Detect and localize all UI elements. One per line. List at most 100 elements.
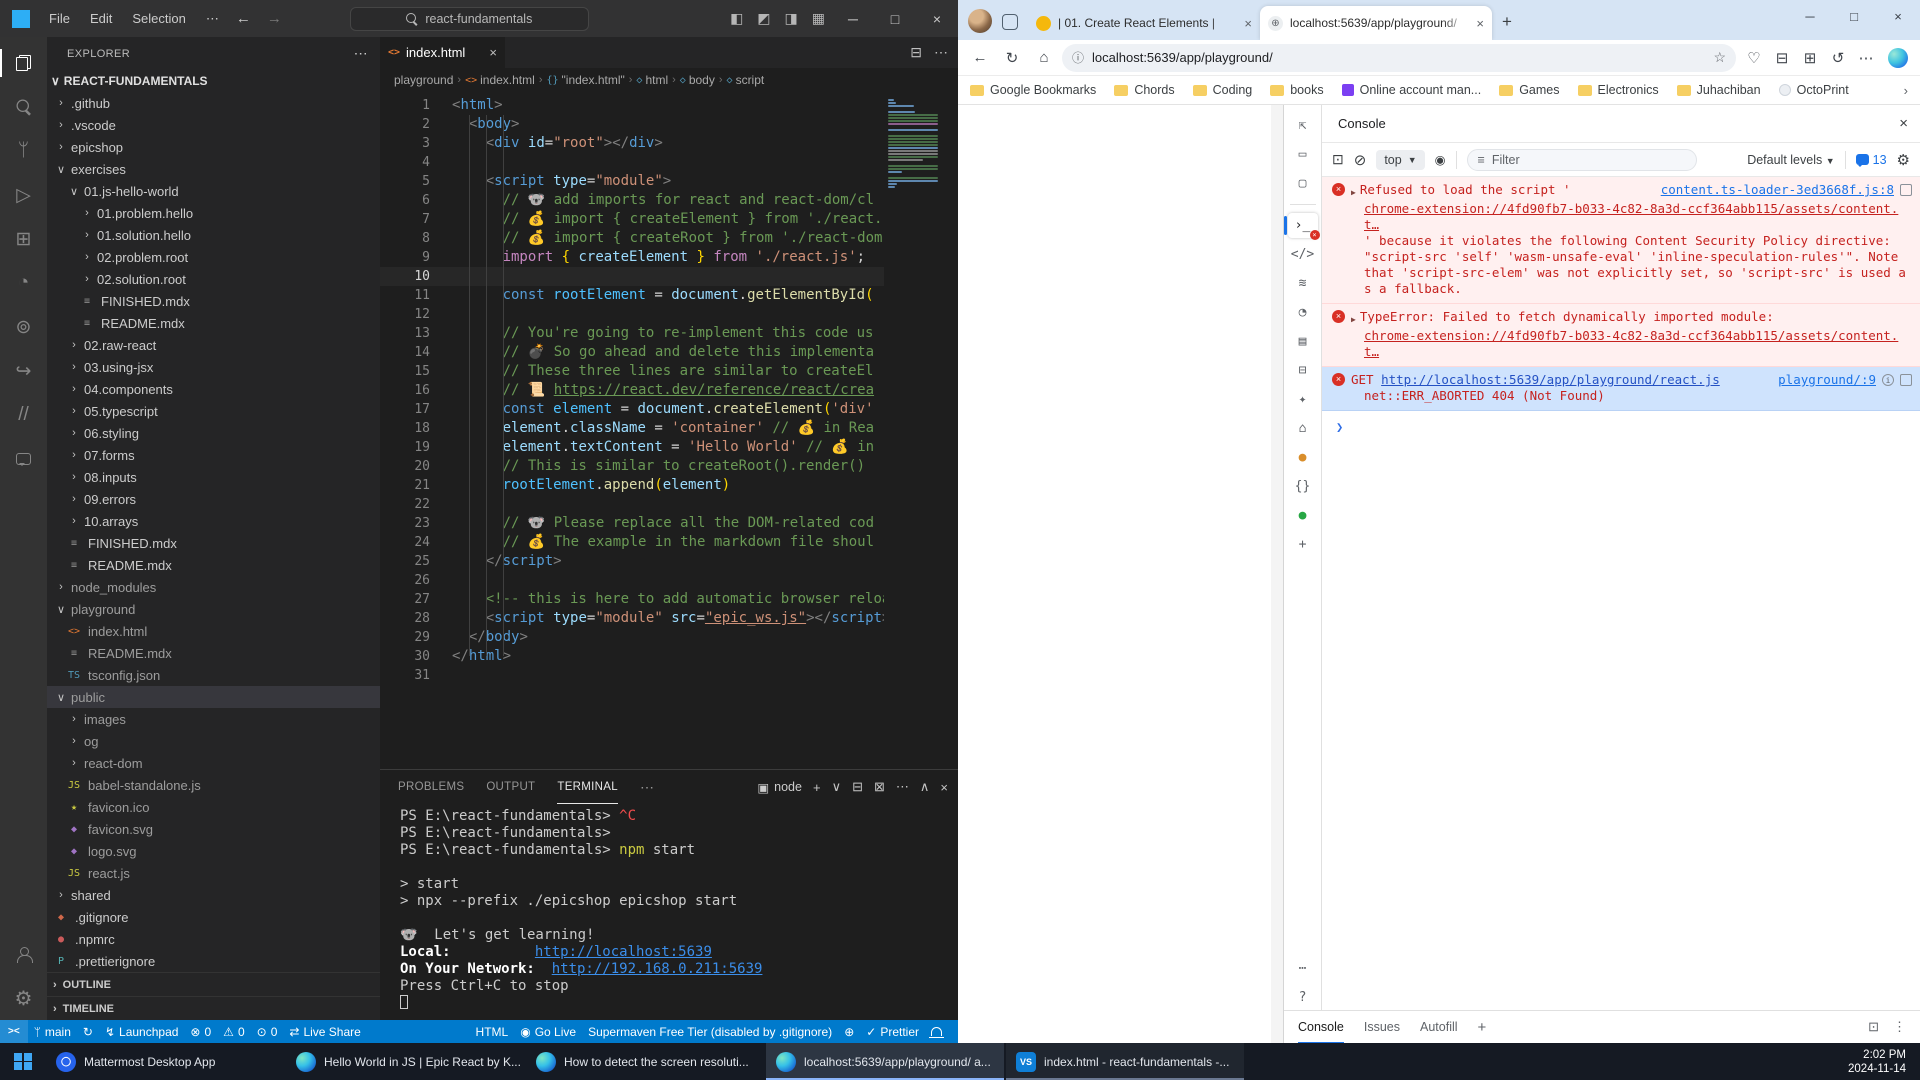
- code-line-4[interactable]: 4: [380, 153, 884, 172]
- code-line-22[interactable]: 22: [380, 495, 884, 514]
- code-line-29[interactable]: 29 </body>: [380, 628, 884, 647]
- copy-icon[interactable]: [1900, 374, 1912, 386]
- panel-tab-terminal[interactable]: TERMINAL: [557, 770, 618, 804]
- tree-item-02-solution-root[interactable]: ›02.solution.root: [47, 268, 380, 290]
- run-debug-icon[interactable]: ▷: [0, 173, 47, 217]
- copy-icon[interactable]: [1900, 184, 1912, 196]
- menu-item-edit[interactable]: Edit: [81, 7, 121, 31]
- tree-item-readme-mdx[interactable]: ≡README.mdx: [47, 312, 380, 334]
- code-line-26[interactable]: 26: [380, 571, 884, 590]
- new-terminal-icon[interactable]: +: [813, 780, 821, 795]
- panel-maximize-icon[interactable]: ∧: [920, 779, 930, 795]
- console-link[interactable]: chrome-extension://4fd90fb7-b033-4c82-8a…: [1364, 328, 1898, 359]
- site-info-icon[interactable]: ⓘ: [1072, 49, 1084, 66]
- tree-item-finished-mdx[interactable]: ≡FINISHED.mdx: [47, 532, 380, 554]
- tree-item-01-problem-hello[interactable]: ›01.problem.hello: [47, 202, 380, 224]
- code-line-20[interactable]: 20 // This is similar to createRoot().re…: [380, 457, 884, 476]
- search-icon[interactable]: [0, 85, 47, 129]
- browser-tab-2[interactable]: ⊕localhost:5639/app/playground/×: [1260, 6, 1492, 40]
- console-message-2[interactable]: ×▶TypeError: Failed to fetch dynamically…: [1322, 304, 1920, 367]
- nav-forward-icon[interactable]: →: [267, 10, 282, 27]
- line-number[interactable]: 1: [380, 96, 430, 115]
- copilot-icon[interactable]: [1888, 48, 1908, 68]
- tree-item-09-errors[interactable]: ›09.errors: [47, 488, 380, 510]
- live-expression-eye-icon[interactable]: ◉: [1435, 152, 1446, 167]
- toggle-sidebar-icon[interactable]: ◧: [723, 10, 750, 27]
- tree-item-babel-standalone-js[interactable]: JSbabel-standalone.js: [47, 774, 380, 796]
- tree-item--prettierignore[interactable]: P.prettierignore: [47, 950, 380, 972]
- line-number[interactable]: 8: [380, 229, 430, 248]
- start-button[interactable]: [0, 1043, 46, 1080]
- tree-item-favicon-ico[interactable]: ★favicon.ico: [47, 796, 380, 818]
- explorer-root-folder[interactable]: ∨ REACT-FUNDAMENTALS: [47, 71, 380, 92]
- quickview-tab-console[interactable]: Console: [1298, 1011, 1344, 1044]
- line-number[interactable]: 10: [380, 267, 430, 286]
- gitlens-icon[interactable]: ◔: [0, 261, 47, 305]
- code-line-24[interactable]: 24 // 💰 The example in the markdown file…: [380, 533, 884, 552]
- tab-close-icon[interactable]: ×: [489, 45, 497, 60]
- code-line-2[interactable]: 2 <body>: [380, 115, 884, 134]
- context-selector[interactable]: top ▼: [1376, 150, 1424, 170]
- menu-item-more[interactable]: ⋯: [197, 7, 228, 31]
- customize-layout-icon[interactable]: ▦: [805, 10, 832, 27]
- taskbar-button-1[interactable]: ◯Mattermost Desktop App: [46, 1043, 284, 1080]
- page-scrollbar[interactable]: [1271, 105, 1283, 1043]
- prettier-status[interactable]: ✓Prettier: [860, 1020, 925, 1043]
- code-line-30[interactable]: 30</html>: [380, 647, 884, 666]
- bookmark-octoprint[interactable]: OctoPrint: [1779, 83, 1849, 97]
- line-number[interactable]: 23: [380, 514, 430, 533]
- tree-item-node-modules[interactable]: ›node_modules: [47, 576, 380, 598]
- line-number[interactable]: 3: [380, 134, 430, 153]
- tree-item-readme-mdx[interactable]: ≡README.mdx: [47, 554, 380, 576]
- application-icon[interactable]: ⊟: [1288, 358, 1318, 383]
- tree-item-og[interactable]: ›og: [47, 730, 380, 752]
- line-number[interactable]: 22: [380, 495, 430, 514]
- quickview-layout-icon[interactable]: ⊡: [1868, 1019, 1879, 1035]
- console-link[interactable]: http://localhost:5639/app/playground/rea…: [1381, 372, 1720, 387]
- terminal[interactable]: PS E:\react-fundamentals> ^CPS E:\react-…: [380, 804, 958, 1020]
- section-timeline[interactable]: ›TIMELINE: [47, 996, 380, 1020]
- line-number[interactable]: 29: [380, 628, 430, 647]
- minimize-button[interactable]: ─: [832, 0, 874, 37]
- tree-item-playground[interactable]: ∨playground: [47, 598, 380, 620]
- tree-item-02-raw-react[interactable]: ›02.raw-react: [47, 334, 380, 356]
- explorer-icon[interactable]: [0, 41, 47, 85]
- line-number[interactable]: 17: [380, 400, 430, 419]
- line-number[interactable]: 25: [380, 552, 430, 571]
- line-number[interactable]: 6: [380, 191, 430, 210]
- tree-item--vscode[interactable]: ›.vscode: [47, 114, 380, 136]
- accounts-icon[interactable]: [0, 932, 47, 976]
- maximize-button[interactable]: □: [874, 0, 916, 37]
- bookmark-games[interactable]: Games: [1499, 83, 1559, 97]
- tree-item-shared[interactable]: ›shared: [47, 884, 380, 906]
- code-line-15[interactable]: 15 // These three lines are similar to c…: [380, 362, 884, 381]
- breadcrumb-item-html[interactable]: ◇html: [636, 73, 668, 87]
- source-control-icon[interactable]: ᛘ: [0, 129, 47, 173]
- close-button[interactable]: ×: [1876, 0, 1920, 32]
- bookmark-online-account-man-[interactable]: Online account man...: [1342, 83, 1482, 97]
- code-line-11[interactable]: 11 const rootElement = document.getEleme…: [380, 286, 884, 305]
- console-link[interactable]: chrome-extension://4fd90fb7-b033-4c82-8a…: [1364, 201, 1898, 232]
- panel-more-icon[interactable]: ⋯: [896, 779, 909, 795]
- tree-item-finished-mdx[interactable]: ≡FINISHED.mdx: [47, 290, 380, 312]
- code-line-19[interactable]: 19 element.textContent = 'Hello World' /…: [380, 438, 884, 457]
- language-mode[interactable]: HTML: [470, 1020, 515, 1043]
- line-number[interactable]: 28: [380, 609, 430, 628]
- tree-item-07-forms[interactable]: ›07.forms: [47, 444, 380, 466]
- menu-item-selection[interactable]: Selection: [123, 7, 194, 31]
- tree-item-08-inputs[interactable]: ›08.inputs: [47, 466, 380, 488]
- quickview-tab-autofill[interactable]: Autofill: [1420, 1011, 1458, 1044]
- tab-close-icon[interactable]: ×: [1476, 16, 1484, 31]
- tree-item-index-html[interactable]: <>index.html: [47, 620, 380, 642]
- terminal-dropdown-icon[interactable]: ∨: [832, 779, 842, 795]
- tree-item-03-using-jsx[interactable]: ›03.using-jsx: [47, 356, 380, 378]
- line-number[interactable]: 19: [380, 438, 430, 457]
- line-number[interactable]: 15: [380, 362, 430, 381]
- line-number[interactable]: 2: [380, 115, 430, 134]
- taskbar-button-2[interactable]: Hello World in JS | Epic React by K...: [286, 1043, 524, 1080]
- launchpad[interactable]: ↯Launchpad: [99, 1020, 184, 1043]
- split-terminal-icon[interactable]: ⊟: [852, 779, 863, 795]
- tree-item-01-solution-hello[interactable]: ›01.solution.hello: [47, 224, 380, 246]
- line-number[interactable]: 13: [380, 324, 430, 343]
- code-line-12[interactable]: 12: [380, 305, 884, 324]
